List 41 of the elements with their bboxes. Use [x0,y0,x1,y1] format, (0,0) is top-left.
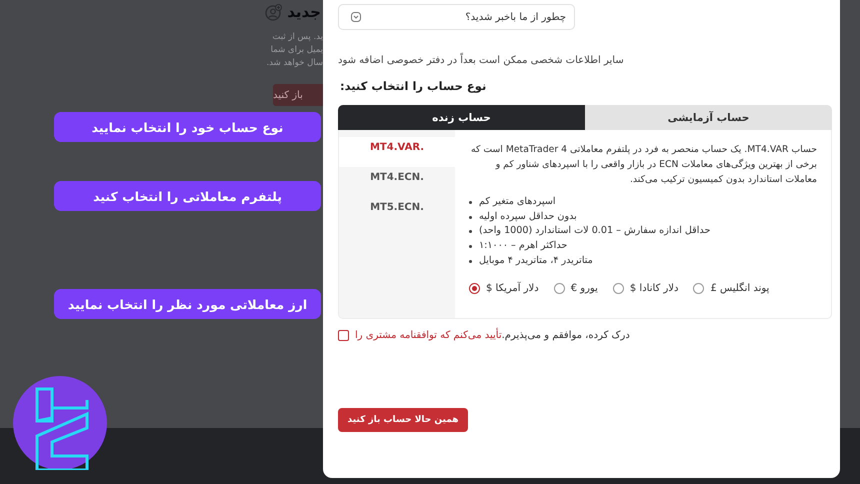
callout-label: نوع حساب خود را انتخاب نمایید [54,112,321,142]
page-title: جدید [287,3,321,21]
chevron-down-icon [351,12,361,22]
feature-text: حداکثر اهرم – ۱:۱۰۰۰ [479,239,568,254]
currency-label: دلار کانادا $ [630,282,678,294]
bullet-icon [469,230,472,234]
logo-icon [13,376,107,470]
submit-button[interactable]: همین حالا حساب باز کنید [338,408,468,432]
description-line: یمیل برای شما [270,44,323,57]
callout-label: پلتفرم معاملاتی را انتخاب کنید [54,181,321,211]
bullet-icon [469,244,472,248]
currency-radio[interactable] [469,282,480,294]
feature-text: متاتریدر ۴، متاتریدر ۴ موبایل [479,254,593,268]
bullet-icon [469,260,472,263]
user-add-icon [265,4,282,20]
description-line: سال خواهد شد. [266,57,323,70]
currency-label: پوند انگلیس £ [710,282,770,294]
currency-radio[interactable] [554,282,565,294]
account-tab[interactable]: حساب آزمایشی [585,105,832,130]
currency-radio[interactable] [693,282,704,294]
feature-text: بدون حداقل سپرده اولیه [479,210,577,224]
feature-text: حداقل اندازه سفارش – 0.01 لات استاندارد (1000 واحد) [479,224,710,238]
platform-item[interactable]: MT5.ECN. [339,197,455,227]
agreement-link[interactable]: تأیید می‌کنم که توافقنامه مشتری را [355,330,502,341]
bullet-icon [469,200,472,204]
platform-item[interactable]: MT4.ECN. [339,167,455,197]
description-line: ید. پس از ثبت [272,31,323,44]
info-text: سایر اطلاعات شخصی ممکن است بعداً در دفتر خصوصی اضافه شود [338,55,624,66]
account-tab[interactable]: حساب زنده [338,105,585,130]
bullet-icon [469,216,472,219]
referral-select[interactable]: چطور از ما باخبر شدید؟ [338,4,575,30]
agreement-checkbox[interactable] [338,330,349,341]
section-heading: نوع حساب را انتخاب کنید: [340,79,486,93]
currency-label: یورو € [570,282,598,294]
currency-label: دلار آمریکا $ [486,282,539,294]
currency-radio[interactable] [612,282,624,294]
feature-text: اسپردهای متغیر کم [479,195,556,209]
open-account-button[interactable]: باز کنید [273,84,323,106]
platform-item[interactable]: MT4.VAR. [339,137,455,167]
account-description: حساب MT4.VAR. یک حساب منحصر به فرد در پلتفرم معاملاتی MetaTrader 4 است که برخی از بهترین ویژگی‌های معاملات ECN در بازار واقعی را با اسپردهای شناور کم و معاملات استاندارد بدون کمیسیون ترکیب می‌کند. [470,143,817,187]
callout-label: ارز معاملاتی مورد نظر را انتخاب نمایید [54,289,321,319]
